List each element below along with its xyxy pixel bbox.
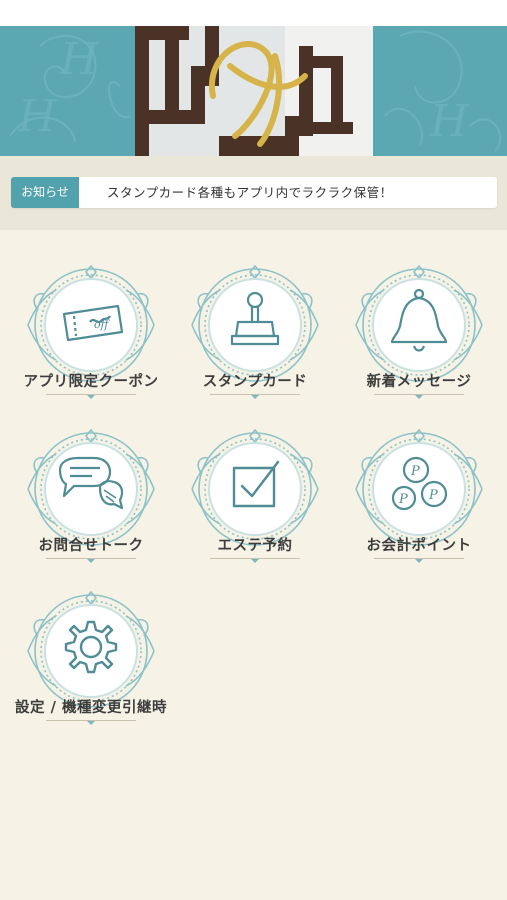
svg-text:H: H	[17, 91, 58, 142]
menu-item-new-messages[interactable]: 新着メッセージ	[344, 260, 494, 410]
divider-tick	[415, 395, 423, 399]
menu-item-label: アプリ限定クーポン	[23, 373, 159, 390]
divider-tick	[251, 559, 259, 563]
divider-tick	[87, 559, 95, 563]
svg-text:H: H	[429, 96, 470, 147]
notice-bar[interactable]: お知らせ スタンプカード各種もアプリ内でラクラク保管！	[11, 177, 497, 208]
notice-area: お知らせ スタンプカード各種もアプリ内でラクラク保管！	[0, 156, 507, 230]
menu-item-payment-points[interactable]: P P P お会計ポイント	[344, 424, 494, 574]
menu-item-label: エステ予約	[217, 537, 293, 554]
notice-message[interactable]: スタンプカード各種もアプリ内でラクラク保管！	[107, 177, 393, 208]
divider-tick	[415, 559, 423, 563]
divider-tick	[87, 721, 95, 725]
menu-item-esthetic-booking[interactable]: エステ予約	[180, 424, 330, 574]
menu-item-label: お会計ポイント	[366, 537, 472, 554]
hero-logo-image	[135, 26, 373, 156]
divider-tick	[87, 395, 95, 399]
svg-text:P: P	[398, 492, 408, 507]
menu-item-inquiry-talk[interactable]: お問合せトーク	[16, 424, 166, 574]
svg-text:P: P	[428, 488, 438, 503]
menu-item-label: 新着メッセージ	[366, 373, 472, 390]
status-bar	[0, 0, 507, 26]
menu-item-coupon[interactable]: off アプリ限定クーポン	[16, 260, 166, 410]
menu-item-stamp-card[interactable]: スタンプカード	[180, 260, 330, 410]
menu-item-settings-device-transfer[interactable]: 設定 / 機種変更引継時	[15, 586, 166, 736]
svg-text:off: off	[94, 318, 111, 331]
menu-item-label: 設定 / 機種変更引継時	[15, 699, 167, 716]
svg-text:P: P	[410, 464, 420, 479]
notice-tag: お知らせ	[11, 177, 79, 208]
svg-text:H: H	[59, 34, 100, 85]
logo-sculpture-graphic	[135, 26, 373, 156]
menu-grid: off アプリ限定クーポン スタンプカード 新着メッセージ お問合せトーク エス…	[0, 230, 507, 900]
menu-item-label: お問合せトーク	[38, 537, 144, 554]
divider-tick	[251, 395, 259, 399]
menu-item-label: スタンプカード	[202, 373, 308, 390]
